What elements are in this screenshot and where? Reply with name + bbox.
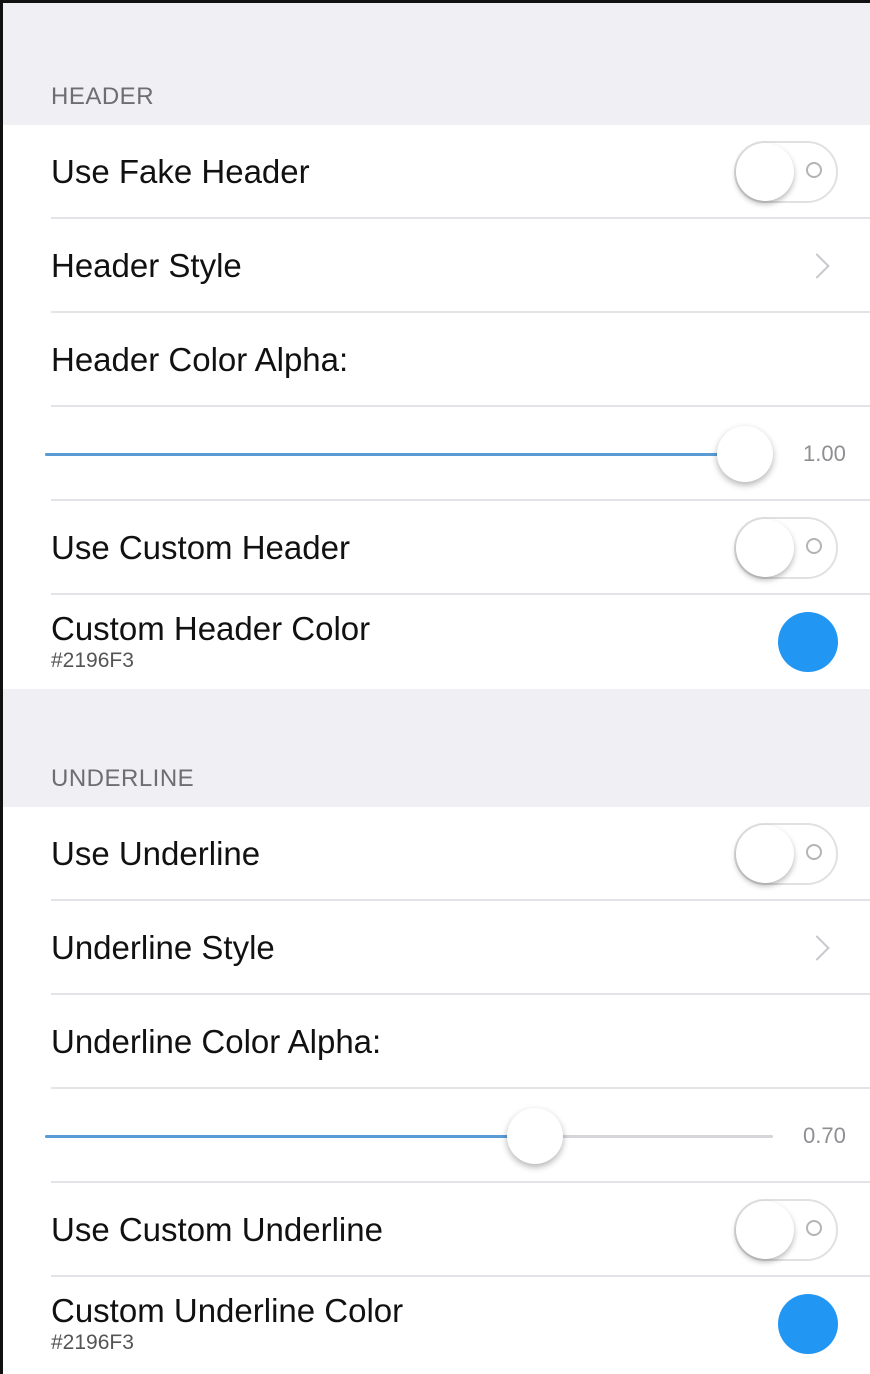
use-fake-header-toggle[interactable] bbox=[734, 141, 838, 203]
section-header-underline: UNDERLINE bbox=[3, 689, 870, 807]
underline-style-row[interactable]: Underline Style bbox=[3, 901, 870, 995]
use-custom-underline-row: Use Custom Underline bbox=[3, 1183, 870, 1277]
custom-header-color-label: Custom Header Color bbox=[51, 610, 371, 647]
underline-color-alpha-row: Underline Color Alpha: bbox=[3, 995, 870, 1089]
toggle-knob bbox=[736, 519, 794, 577]
custom-underline-color-swatch[interactable] bbox=[778, 1294, 838, 1354]
header-alpha-value: 1.00 bbox=[803, 441, 846, 466]
header-color-alpha-label: Header Color Alpha: bbox=[51, 341, 349, 378]
custom-header-color-text: Custom Header Color #2196F3 bbox=[51, 611, 778, 673]
chevron-right-icon bbox=[804, 253, 830, 279]
slider-thumb[interactable] bbox=[507, 1108, 563, 1164]
underline-alpha-value: 0.70 bbox=[803, 1123, 846, 1148]
custom-header-color-hex: #2196F3 bbox=[51, 649, 134, 672]
toggle-off-icon bbox=[806, 162, 822, 178]
header-alpha-slider-row: 1.00 bbox=[3, 407, 870, 501]
toggle-knob bbox=[736, 825, 794, 883]
toggle-knob bbox=[736, 143, 794, 201]
custom-underline-color-text: Custom Underline Color #2196F3 bbox=[51, 1293, 778, 1355]
use-custom-underline-label: Use Custom Underline bbox=[51, 1211, 383, 1248]
use-custom-header-row: Use Custom Header bbox=[3, 501, 870, 595]
slider-thumb[interactable] bbox=[717, 426, 773, 482]
toggle-off-icon bbox=[806, 538, 822, 554]
toggle-off-icon bbox=[806, 1220, 822, 1236]
toggle-off-icon bbox=[806, 844, 822, 860]
slider-fill bbox=[45, 453, 745, 456]
header-style-label: Header Style bbox=[51, 247, 242, 284]
custom-header-color-swatch[interactable] bbox=[778, 612, 838, 672]
chevron-right-icon bbox=[804, 935, 830, 961]
section-title: UNDERLINE bbox=[51, 765, 195, 792]
use-fake-header-row: Use Fake Header bbox=[3, 125, 870, 219]
underline-alpha-slider[interactable] bbox=[45, 1108, 773, 1164]
underline-style-label: Underline Style bbox=[51, 929, 275, 966]
custom-underline-color-hex: #2196F3 bbox=[51, 1331, 134, 1354]
use-custom-header-label: Use Custom Header bbox=[51, 529, 350, 566]
settings-screen: HEADER Use Fake Header Header Style Head… bbox=[0, 0, 870, 1374]
custom-header-color-row[interactable]: Custom Header Color #2196F3 bbox=[3, 595, 870, 689]
underline-alpha-slider-row: 0.70 bbox=[3, 1089, 870, 1183]
custom-underline-color-row[interactable]: Custom Underline Color #2196F3 bbox=[3, 1277, 870, 1371]
custom-underline-color-label: Custom Underline Color bbox=[51, 1292, 404, 1329]
use-custom-header-toggle[interactable] bbox=[734, 517, 838, 579]
use-underline-toggle[interactable] bbox=[734, 823, 838, 885]
header-style-row[interactable]: Header Style bbox=[3, 219, 870, 313]
use-underline-row: Use Underline bbox=[3, 807, 870, 901]
header-color-alpha-row: Header Color Alpha: bbox=[3, 313, 870, 407]
use-custom-underline-toggle[interactable] bbox=[734, 1199, 838, 1261]
slider-fill bbox=[45, 1135, 535, 1138]
use-fake-header-label: Use Fake Header bbox=[51, 153, 310, 190]
underline-color-alpha-label: Underline Color Alpha: bbox=[51, 1023, 382, 1060]
section-header-header: HEADER bbox=[3, 3, 870, 125]
header-alpha-slider[interactable] bbox=[45, 426, 773, 482]
section-title: HEADER bbox=[51, 83, 155, 110]
toggle-knob bbox=[736, 1201, 794, 1259]
use-underline-label: Use Underline bbox=[51, 835, 261, 872]
